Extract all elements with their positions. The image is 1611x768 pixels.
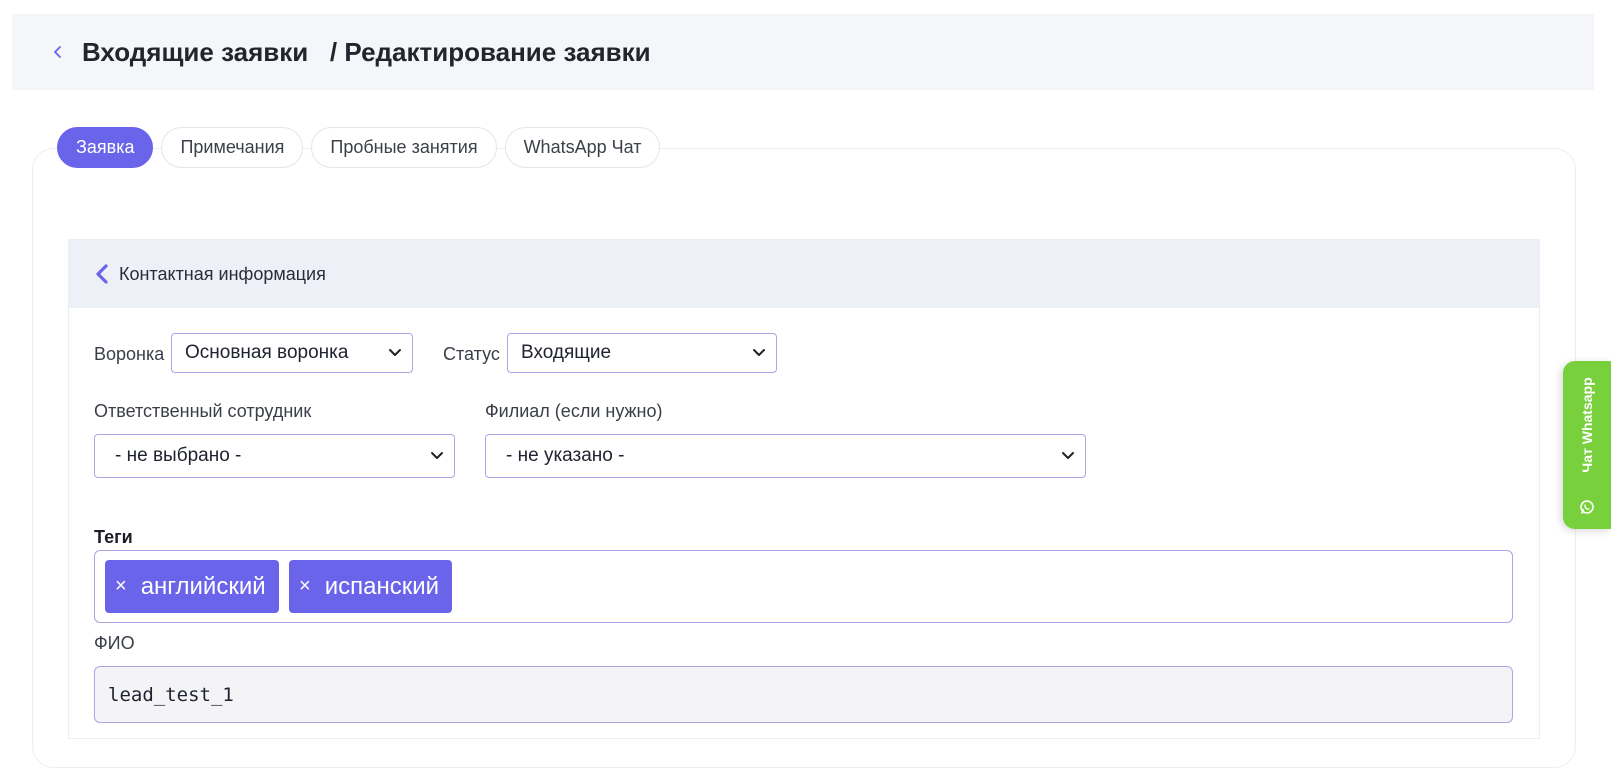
tags-input[interactable]: × английский × испанский — [94, 550, 1513, 623]
branch-select[interactable]: - не указано - — [485, 434, 1086, 478]
chevron-down-icon — [431, 452, 443, 459]
tab-notes[interactable]: Примечания — [161, 127, 304, 168]
tag-label: английский — [140, 572, 266, 600]
back-chevron-icon[interactable] — [48, 42, 68, 62]
tag-chip: × английский — [105, 560, 279, 613]
tab-request[interactable]: Заявка — [57, 127, 154, 168]
tag-chip: × испанский — [289, 560, 452, 613]
tab-trial-lessons[interactable]: Пробные занятия — [311, 127, 497, 168]
tag-remove-icon[interactable]: × — [299, 575, 311, 598]
funnel-select-value: Основная воронка — [185, 342, 349, 363]
tab-bar: Заявка Примечания Пробные занятия WhatsA… — [57, 127, 661, 168]
contact-info-section: Контактная информация — [68, 239, 1540, 739]
status-select[interactable]: Входящие — [507, 333, 777, 373]
chevron-down-icon — [753, 349, 765, 356]
tab-whatsapp-chat[interactable]: WhatsApp Чат — [504, 127, 661, 168]
employee-select[interactable]: - не выбрано - — [94, 434, 455, 478]
section-title: Контактная информация — [119, 263, 326, 284]
funnel-label: Воронка — [94, 344, 165, 364]
status-select-value: Входящие — [521, 342, 612, 363]
employee-label: Ответственный сотрудник — [94, 401, 312, 421]
fio-input[interactable]: lead_test_1 — [94, 666, 1513, 723]
branch-select-value: - не указано - — [506, 445, 625, 466]
section-header[interactable]: Контактная информация — [69, 240, 1539, 308]
page-header: Входящие заявки / Редактирование заявки — [12, 14, 1594, 90]
whatsapp-chat-side-label: Чат Whatsapp — [1579, 377, 1595, 473]
chevron-left-icon[interactable] — [91, 263, 113, 285]
tags-label: Теги — [94, 527, 133, 547]
funnel-select[interactable]: Основная воронка — [171, 333, 413, 373]
chevron-down-icon — [389, 349, 401, 356]
status-label: Статус — [443, 344, 500, 364]
tag-label: испанский — [324, 572, 440, 600]
whatsapp-icon — [1580, 500, 1594, 514]
fio-label: ФИО — [94, 633, 135, 653]
branch-label: Филиал (если нужно) — [485, 401, 663, 421]
chevron-down-icon — [1062, 452, 1074, 459]
whatsapp-chat-side-button[interactable]: Чат Whatsapp — [1563, 361, 1611, 529]
tag-remove-icon[interactable]: × — [115, 575, 127, 598]
employee-select-value: - не выбрано - — [115, 445, 242, 466]
page-title: Входящие заявки / Редактирование заявки — [82, 36, 651, 67]
